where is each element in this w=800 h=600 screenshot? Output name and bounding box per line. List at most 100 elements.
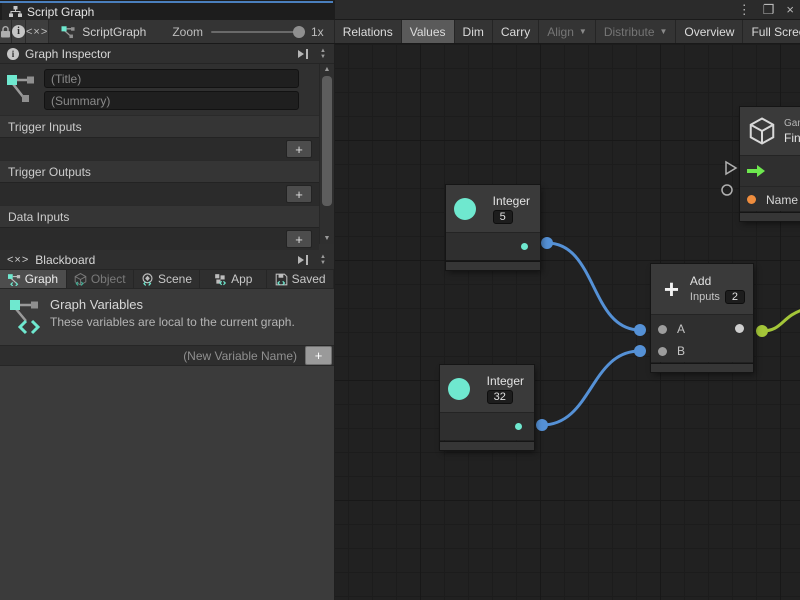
input-port-b[interactable] (658, 347, 667, 356)
graph-icon (6, 72, 36, 108)
output-port[interactable] (515, 423, 522, 430)
tab-label: Script Graph (27, 5, 94, 19)
new-variable-name-field[interactable] (6, 345, 305, 366)
zoom-slider-thumb[interactable] (293, 26, 305, 38)
inspector-toggle-button[interactable]: i (12, 20, 26, 43)
graph-inspector-header: i Graph Inspector ▲▼ (0, 44, 334, 64)
edge-endpoint[interactable] (536, 419, 548, 431)
edge-endpoint[interactable] (634, 345, 646, 357)
output-port[interactable] (735, 324, 744, 333)
edge-int32-to-addB[interactable] (542, 351, 640, 425)
port-b-label: B (677, 344, 685, 358)
graph-variables-title: Graph Variables (50, 297, 295, 312)
values-button[interactable]: Values (401, 20, 454, 43)
input-port-a[interactable] (658, 325, 667, 334)
inspector-scrollbar[interactable]: ▲ ▼ (319, 64, 334, 244)
relations-button[interactable]: Relations (334, 20, 401, 43)
dock-pin-icon[interactable] (297, 49, 310, 59)
integer-value-field[interactable]: 32 (487, 390, 513, 404)
tab-scene[interactable]: Scene (134, 270, 201, 288)
distribute-button[interactable]: Distribute▼ (595, 20, 676, 43)
inputs-count-field[interactable]: 2 (725, 290, 745, 304)
add-data-input-button[interactable]: + (286, 230, 312, 248)
data-inputs-label: Data Inputs (0, 205, 319, 227)
graph-canvas[interactable]: Integer 5 Integer 32 (335, 44, 800, 600)
trigger-inputs-list: + (0, 137, 319, 160)
add-variable-button[interactable]: + (305, 346, 332, 365)
script-graph-icon (61, 25, 76, 39)
graph-inspector-title: Graph Inspector (25, 47, 291, 61)
edge-endpoint[interactable] (634, 324, 646, 336)
save-floppy-icon (275, 273, 288, 286)
graph-inspector-panel: Trigger Inputs + Trigger Outputs + Data … (0, 64, 334, 250)
blackboard-tabs: Graph Object Scene (0, 270, 334, 289)
control-input-port-outline[interactable] (726, 162, 736, 174)
node-footer (740, 213, 800, 221)
string-input-port[interactable] (747, 195, 756, 204)
node-title: Add (690, 274, 711, 288)
node-title: Integer (487, 374, 524, 388)
tab-bar: Script Graph ⋮ ❐ × (0, 0, 800, 20)
edge-endpoint[interactable] (756, 325, 768, 337)
tab-object[interactable]: Object (67, 270, 134, 288)
gameobject-find-node[interactable]: Game Object Find Name (740, 107, 800, 221)
info-icon: i (12, 25, 25, 38)
window-menu-icon[interactable]: ⋮ (738, 0, 751, 20)
lock-button[interactable] (0, 20, 12, 43)
overview-button[interactable]: Overview (675, 20, 742, 43)
integer-node-5[interactable]: Integer 5 (446, 185, 540, 270)
graph-breadcrumb[interactable]: ScriptGraph (49, 20, 156, 43)
chevron-down-icon: ▼ (579, 27, 587, 36)
lock-icon (0, 26, 11, 38)
zoom-label: Zoom (172, 25, 203, 39)
integer-value-field[interactable]: 5 (493, 210, 513, 224)
scroll-up-icon[interactable]: ▲ (320, 66, 334, 73)
zoom-slider[interactable] (211, 31, 303, 33)
integer-node-32[interactable]: Integer 32 (440, 365, 534, 450)
close-icon[interactable]: × (786, 0, 794, 20)
tab-script-graph[interactable]: Script Graph (2, 3, 120, 20)
edge-endpoint[interactable] (541, 237, 553, 249)
node-title: Find (784, 131, 800, 145)
node-footer (446, 262, 540, 270)
dock-pin-icon[interactable] (297, 255, 310, 265)
trigger-outputs-label: Trigger Outputs (0, 160, 319, 182)
integer-type-icon (448, 378, 470, 400)
scrollbar-thumb[interactable] (322, 76, 332, 206)
window-titlebar: ⋮ ❐ × (335, 0, 800, 20)
edge-add-output[interactable] (762, 309, 800, 331)
script-graph-window: Script Graph ⋮ ❐ × i <×> (0, 0, 800, 600)
edge-int5-to-addA[interactable] (547, 243, 640, 330)
trigger-inputs-label: Trigger Inputs (0, 115, 319, 137)
node-footer (651, 364, 753, 372)
chevron-down-icon: ▼ (660, 27, 668, 36)
trigger-outputs-list: + (0, 182, 319, 205)
node-footer (440, 442, 534, 450)
carry-button[interactable]: Carry (492, 20, 538, 43)
output-port[interactable] (521, 243, 528, 250)
tab-graph[interactable]: Graph (0, 270, 67, 288)
value-input-port-outline[interactable] (722, 185, 732, 195)
data-inputs-list: + (0, 227, 319, 250)
control-flow-arrow-icon[interactable] (747, 165, 765, 177)
scene-icon (141, 273, 154, 286)
scroll-down-icon[interactable]: ▼ (320, 235, 334, 242)
toolbar-buttons: Relations Values Dim Carry Align▼ Distri… (334, 20, 800, 43)
align-button[interactable]: Align▼ (538, 20, 595, 43)
fullscreen-button[interactable]: Full Screen (742, 20, 800, 43)
blackboard-header: <×> Blackboard ▲▼ (0, 250, 334, 270)
maximize-icon[interactable]: ❐ (763, 0, 775, 20)
tab-app[interactable]: App (200, 270, 267, 288)
graph-summary-field[interactable] (44, 91, 299, 110)
panel-scroll-arrows[interactable]: ▲▼ (316, 48, 330, 60)
add-trigger-input-button[interactable]: + (286, 140, 312, 158)
graph-title-field[interactable] (44, 69, 299, 88)
graph-variables-info: Graph Variables These variables are loca… (0, 289, 334, 345)
add-node[interactable]: + Add Inputs 2 A (651, 264, 753, 372)
blackboard-toggle-button[interactable]: <×> (26, 20, 49, 43)
info-icon: i (7, 48, 19, 60)
tab-saved[interactable]: Saved (267, 270, 334, 288)
add-trigger-output-button[interactable]: + (286, 185, 312, 203)
dim-button[interactable]: Dim (454, 20, 492, 43)
panel-scroll-arrows[interactable]: ▲▼ (316, 254, 330, 266)
